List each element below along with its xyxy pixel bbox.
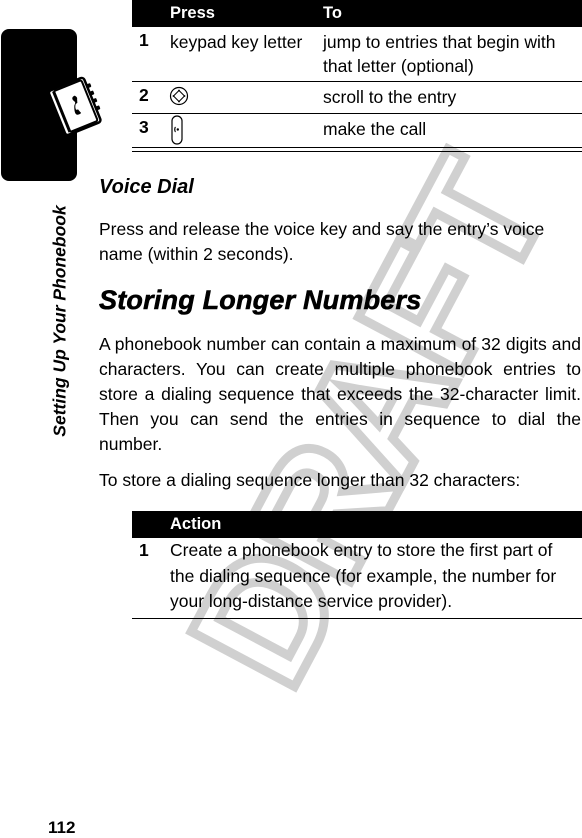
row-number: 3 xyxy=(139,117,149,137)
phonebook-icon xyxy=(48,76,102,137)
storing-intro: To store a dialing sequence longer than … xyxy=(99,470,521,490)
storing-text: A phonebook number can contain a maximum… xyxy=(99,334,581,454)
page-number: 112 xyxy=(48,818,76,837)
voice-dial-text: Press and release the voice key and say … xyxy=(99,219,545,264)
storing-heading: Storing Longer Numbers xyxy=(99,285,422,316)
section-title: Setting Up Your Phonebook xyxy=(47,195,72,447)
table-end-rule xyxy=(132,151,582,152)
header-action: Action xyxy=(170,515,222,533)
steps-table-header: Press To xyxy=(132,0,582,27)
send-key-icon xyxy=(171,115,183,145)
table-end-rule xyxy=(132,618,582,619)
table-end-rule xyxy=(132,147,582,148)
action-cell: Create a phonebook entry to store the fi… xyxy=(170,540,557,611)
row-divider xyxy=(132,81,582,82)
row-divider xyxy=(132,113,582,114)
row-number: 2 xyxy=(139,85,149,105)
header-to: To xyxy=(323,4,342,22)
to-cell: jump to entries that begin with that let… xyxy=(323,32,556,76)
voice-dial-heading: Voice Dial xyxy=(99,176,194,198)
action-table-header: Action xyxy=(132,511,582,538)
to-cell: scroll to the entry xyxy=(323,87,457,107)
section-title-text: Setting Up Your Phonebook xyxy=(49,205,69,437)
press-cell: keypad key letter xyxy=(170,32,303,52)
header-press: Press xyxy=(170,4,215,22)
navigation-key-icon xyxy=(169,86,189,106)
to-cell: make the call xyxy=(323,119,427,139)
row-number: 1 xyxy=(139,30,149,50)
row-number: 1 xyxy=(139,540,149,560)
